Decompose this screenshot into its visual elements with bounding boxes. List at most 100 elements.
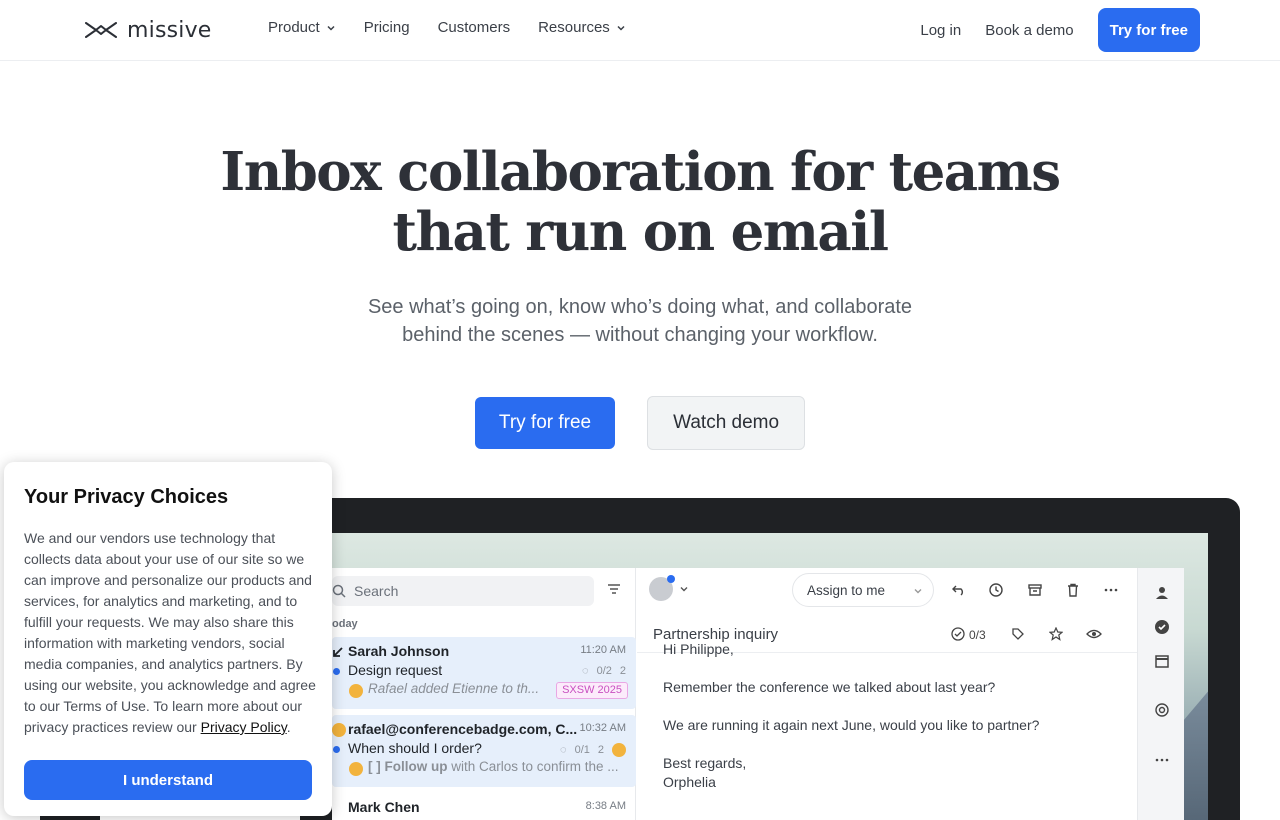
search-icon: [332, 584, 346, 598]
assign-label: Assign to me: [807, 582, 886, 598]
check-circle-icon[interactable]: [951, 627, 965, 641]
nav-link-label: Resources: [538, 19, 610, 36]
list-item[interactable]: Mark Chen 8:38 AM: [332, 793, 636, 820]
conversation-list: Search oday Sarah Johnson 11:20 AM Desig…: [332, 568, 636, 820]
message-count: 2: [619, 665, 626, 677]
undo-icon[interactable]: [951, 582, 967, 598]
unread-dot: [333, 746, 340, 753]
i-understand-button[interactable]: I understand: [24, 760, 312, 800]
eye-icon[interactable]: [1086, 627, 1102, 641]
chevron-down-icon: [914, 589, 922, 594]
unread-dot: [333, 668, 340, 675]
task-meta: ◌ 0/1 2: [560, 743, 626, 757]
check-circle-icon[interactable]: [1154, 619, 1170, 635]
reply-arrow-icon: [333, 647, 343, 657]
preview-task: [ ] Follow up: [368, 759, 448, 774]
reading-pane: Assign to me Partnership inquiry 0/3 Hi …: [637, 568, 1137, 820]
conversation-toolbar: Assign to me: [637, 568, 1137, 612]
avatar: [349, 684, 363, 698]
email-greeting: Hi Philippe,: [663, 641, 734, 657]
preview-text: with Carlos to confirm the ...: [447, 759, 619, 774]
ai-assistant-icon[interactable]: [1154, 702, 1170, 718]
hero-subtitle-line: See what’s going on, know who’s doing wh…: [367, 296, 913, 318]
online-dot: [667, 575, 675, 583]
trash-icon[interactable]: [1065, 582, 1081, 598]
message-count: 2: [597, 744, 604, 756]
timestamp: 11:20 AM: [580, 644, 626, 656]
email-body: Hi Philippe, Remember the conference we …: [663, 641, 1040, 792]
chevron-down-icon: [617, 25, 625, 31]
avatar: [349, 762, 363, 776]
book-demo-link[interactable]: Book a demo: [985, 22, 1073, 39]
logo[interactable]: missive: [85, 16, 212, 44]
nav-link-pricing[interactable]: Pricing: [364, 19, 410, 36]
hero-title-line: that run on email: [392, 201, 889, 263]
sender: rafael@conferencebadge.com, C...: [348, 721, 578, 737]
search-placeholder: Search: [354, 583, 399, 599]
nav-link-product[interactable]: Product: [268, 19, 336, 36]
watch-demo-button[interactable]: Watch demo: [647, 396, 806, 450]
list-item[interactable]: rafael@conferencebadge.com, C... 10:32 A…: [332, 715, 636, 787]
search-input[interactable]: Search: [332, 576, 594, 606]
email-signoff: Best regards,: [663, 755, 747, 771]
missive-logo-icon: [85, 22, 117, 38]
nav-link-resources[interactable]: Resources: [538, 19, 626, 36]
preview: [ ] Follow up with Carlos to confirm the…: [368, 759, 619, 774]
list-item[interactable]: Sarah Johnson 11:20 AM Design request ◌ …: [332, 637, 636, 709]
tag-icon[interactable]: [1011, 627, 1025, 641]
email-paragraph: Remember the conference we talked about …: [663, 679, 996, 695]
subject: When should I order?: [348, 740, 482, 756]
nav-link-customers[interactable]: Customers: [438, 19, 511, 36]
try-free-nav-button[interactable]: Try for free: [1097, 8, 1200, 52]
hero-actions: Try for free Watch demo: [0, 396, 1280, 450]
calendar-icon[interactable]: [1154, 653, 1170, 669]
hero-subtitle-line: behind the scenes — without changing you…: [402, 324, 878, 346]
try-free-button[interactable]: Try for free: [474, 397, 616, 449]
filter-icon[interactable]: [607, 583, 621, 595]
side-rail: [1137, 568, 1184, 820]
email-paragraph: We are running it again next June, would…: [663, 717, 1040, 733]
privacy-text: We and our vendors use technology that c…: [24, 530, 316, 735]
app-preview-frame: Search oday Sarah Johnson 11:20 AM Desig…: [300, 498, 1240, 820]
avatar: [612, 743, 626, 757]
subject: Design request: [348, 662, 443, 678]
chevron-down-icon: [327, 25, 335, 31]
hero-title-line: Inbox collaboration for teams: [220, 141, 1061, 203]
hero-subtitle: See what’s going on, know who’s doing wh…: [0, 293, 1280, 349]
nav-link-label: Customers: [437, 19, 511, 36]
task-meta: ◌ 0/2 2: [582, 665, 626, 677]
star-icon[interactable]: [1049, 627, 1063, 641]
contact-icon[interactable]: [1154, 585, 1170, 601]
timestamp: 8:38 AM: [585, 800, 626, 812]
sender: Sarah Johnson: [348, 643, 450, 659]
task-count: 0/2: [596, 665, 612, 677]
archive-icon[interactable]: [1027, 582, 1043, 598]
nav-links: Product Pricing Customers Resources: [268, 19, 626, 36]
more-icon[interactable]: [1154, 752, 1170, 768]
check-circle-icon: ◌: [560, 744, 567, 756]
login-link[interactable]: Log in: [920, 22, 961, 39]
privacy-policy-link[interactable]: Privacy Policy: [201, 719, 287, 735]
privacy-body: We and our vendors use technology that c…: [24, 528, 316, 738]
nav-link-label: Product: [268, 19, 320, 36]
hero-title: Inbox collaboration for teams that run o…: [0, 142, 1280, 262]
sender: Mark Chen: [348, 799, 420, 815]
email-signature: Orphelia: [663, 774, 716, 790]
chevron-down-icon[interactable]: [679, 584, 689, 594]
preview: Rafael added Etienne to th...: [368, 681, 540, 696]
clock-icon[interactable]: [988, 582, 1004, 598]
check-circle-icon: ◌: [582, 665, 589, 677]
app-window: Search oday Sarah Johnson 11:20 AM Desig…: [332, 568, 1184, 820]
nav-actions: Log in Book a demo Try for free: [920, 8, 1200, 52]
timestamp: 10:32 AM: [579, 722, 626, 734]
logo-text: missive: [127, 17, 212, 43]
label-tag[interactable]: SXSW 2025: [556, 682, 628, 699]
more-icon[interactable]: [1103, 582, 1119, 598]
section-label: oday: [332, 618, 358, 630]
top-nav: missive Product Pricing Customers Resour…: [0, 0, 1280, 61]
privacy-banner: Your Privacy Choices We and our vendors …: [4, 462, 332, 816]
assign-to-me-button[interactable]: Assign to me: [792, 573, 934, 607]
task-count: 0/1: [574, 744, 590, 756]
privacy-period: .: [286, 719, 291, 735]
nav-link-label: Pricing: [363, 19, 410, 36]
